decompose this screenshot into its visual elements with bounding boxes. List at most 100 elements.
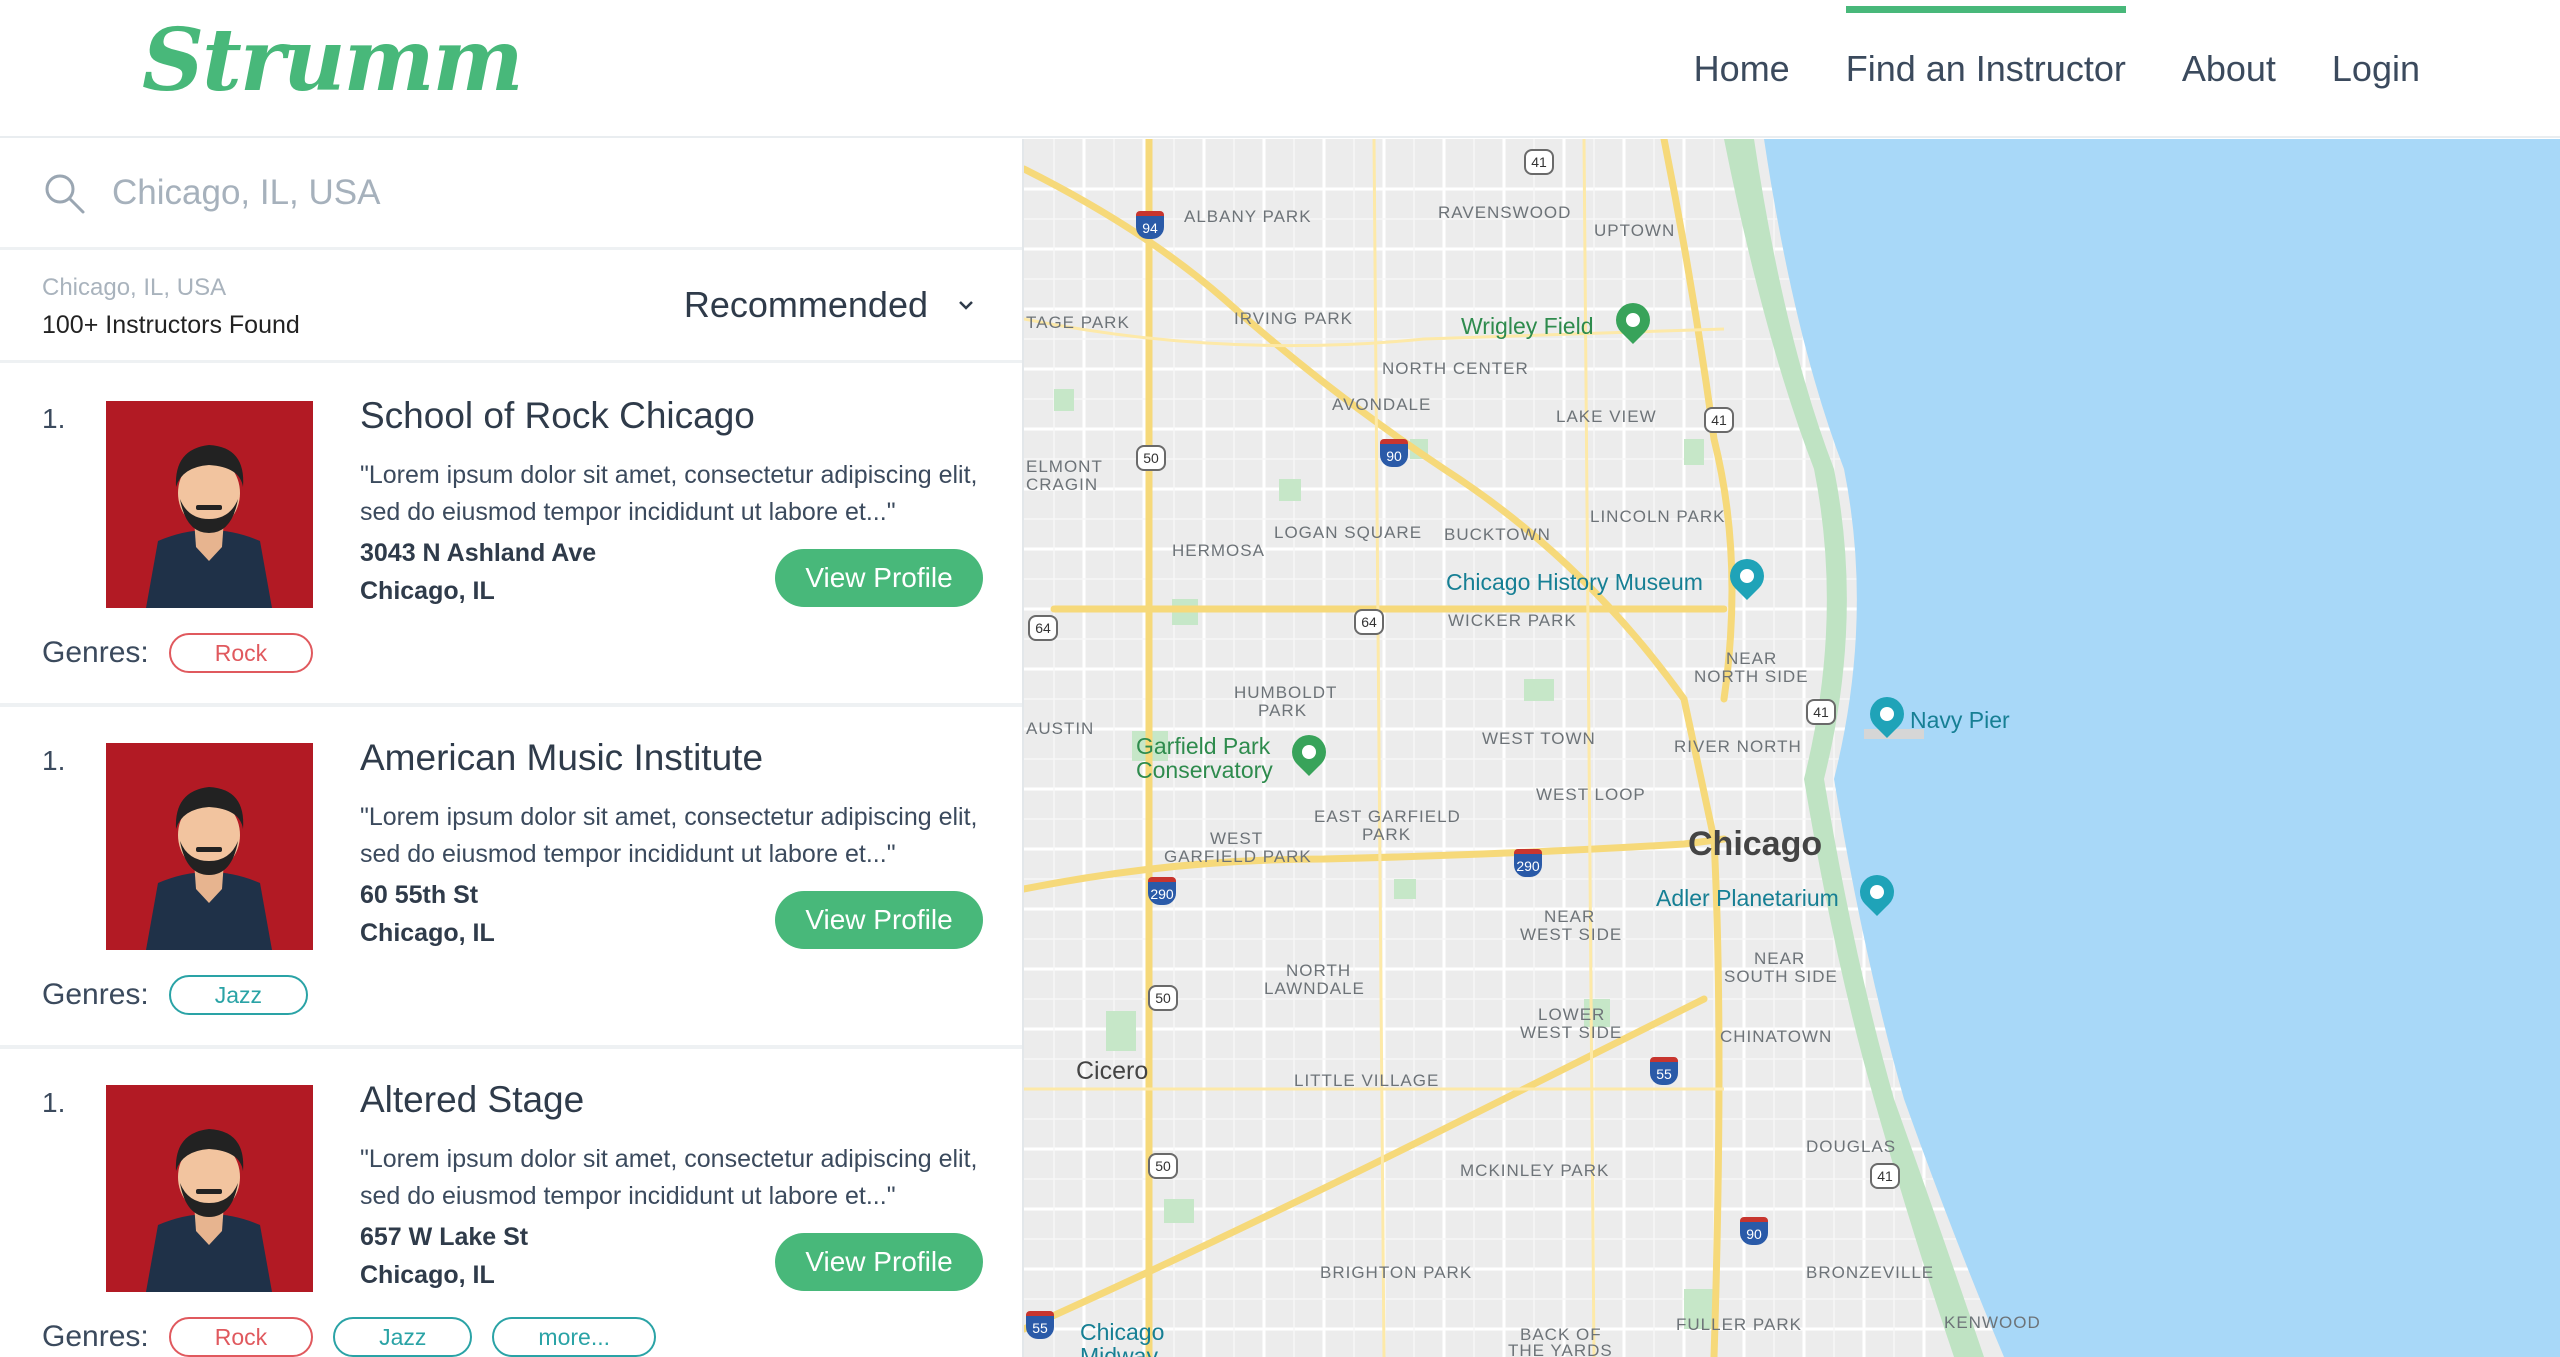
genres-row: Genres: Rock Jazz more... — [42, 1317, 656, 1357]
poi-midway[interactable]: Midway — [1080, 1343, 1158, 1357]
poi-chicago-history-museum[interactable]: Chicago History Museum — [1446, 569, 1703, 596]
instructor-name[interactable]: School of Rock Chicago — [360, 395, 755, 437]
instructor-name[interactable]: Altered Stage — [360, 1079, 584, 1121]
genre-tag-more[interactable]: more... — [492, 1317, 656, 1357]
interstate-shield: 290 — [1148, 877, 1176, 905]
route-shield: 41 — [1806, 699, 1836, 725]
nav-home[interactable]: Home — [1694, 0, 1790, 138]
map-label: NORTH — [1286, 961, 1352, 980]
instructor-card: 1. Altered Stage "Lorem ipsum dolor sit … — [0, 1049, 1022, 1357]
map-label: TAGE PARK — [1026, 313, 1130, 332]
search-icon[interactable] — [42, 171, 86, 215]
strumm-logo[interactable]: Strumm — [142, 10, 524, 111]
route-shield: 64 — [1028, 615, 1058, 641]
map-label: RAVENSWOOD — [1438, 203, 1572, 222]
view-profile-button[interactable]: View Profile — [775, 549, 983, 607]
instructor-city: Chicago, IL — [360, 919, 495, 947]
poi-garfield-park[interactable]: Garfield Park — [1136, 733, 1270, 760]
map-label: BRONZEVILLE — [1806, 1263, 1935, 1282]
genre-tag-rock[interactable]: Rock — [168, 1317, 314, 1357]
map-label: LOGAN SQUARE — [1274, 523, 1423, 542]
nav-find-an-instructor[interactable]: Find an Instructor — [1845, 0, 2126, 138]
genres-label: Genres: — [42, 978, 149, 1011]
instructor-street: 3043 N Ashland Ave — [360, 539, 597, 567]
instructor-avatar[interactable] — [106, 401, 313, 608]
map-label: WEST LOOP — [1536, 785, 1646, 804]
map-label: DOUGLAS — [1806, 1137, 1897, 1156]
genres-row: Genres: Rock — [42, 633, 314, 673]
view-profile-button[interactable]: View Profile — [775, 891, 983, 949]
interstate-shield: 90 — [1380, 439, 1408, 467]
main-nav: Home Find an Instructor About Login — [1694, 0, 2420, 138]
map-label: KENWOOD — [1944, 1313, 2041, 1332]
interstate-shield: 290 — [1514, 849, 1542, 877]
map-label: NEAR — [1726, 649, 1778, 668]
interstate-shield: 55 — [1650, 1057, 1678, 1085]
location-search-input[interactable] — [112, 173, 912, 213]
results-location: Chicago, IL, USA — [42, 274, 227, 301]
route-shield: 50 — [1148, 1153, 1178, 1179]
sort-dropdown[interactable]: Recommended — [684, 284, 976, 326]
instructor-description: "Lorem ipsum dolor sit amet, consectetur… — [360, 1145, 978, 1210]
avatar-illustration — [146, 787, 272, 950]
map-label: WEST SIDE — [1520, 925, 1623, 944]
instructor-list: 1. School of Rock Chicago "Lorem ipsum d… — [0, 365, 1022, 1357]
map-label: WICKER PARK — [1448, 611, 1577, 630]
map-label: ALBANY PARK — [1184, 207, 1312, 226]
map-label: NORTH CENTER — [1382, 359, 1529, 378]
route-shield: 41 — [1870, 1163, 1900, 1189]
map-label: IRVING PARK — [1234, 309, 1354, 328]
route-shield: 41 — [1704, 407, 1734, 433]
view-profile-button[interactable]: View Profile — [775, 1233, 983, 1291]
map-label: NEAR — [1544, 907, 1596, 926]
map-label: LITTLE VILLAGE — [1294, 1071, 1440, 1090]
poi-wrigley-field[interactable]: Wrigley Field — [1461, 313, 1594, 340]
nav-login[interactable]: Login — [2332, 0, 2420, 138]
poi-navy-pier[interactable]: Navy Pier — [1910, 707, 2010, 734]
instructor-card: 1. American Music Institute "Lorem ipsum… — [0, 707, 1022, 1049]
map-label: AUSTIN — [1026, 719, 1095, 738]
map-label: FULLER PARK — [1676, 1315, 1802, 1334]
map-label: LAKE VIEW — [1556, 407, 1657, 426]
route-shield: 64 — [1354, 609, 1384, 635]
sort-label: Recommended — [683, 284, 928, 325]
nav-about[interactable]: About — [2182, 0, 2276, 138]
route-shield: 41 — [1524, 149, 1554, 175]
map-label: CRAGIN — [1026, 475, 1099, 494]
map-label: RIVER NORTH — [1674, 737, 1802, 756]
route-shield: 50 — [1136, 445, 1166, 471]
map-label: WEST TOWN — [1482, 729, 1596, 748]
result-rank: 1. — [42, 745, 66, 776]
map-view[interactable]: ALBANY PARK RAVENSWOOD UPTOWN TAGE PARK … — [1024, 139, 2560, 1357]
instructor-city: Chicago, IL — [360, 1261, 495, 1289]
genre-tag-jazz[interactable]: Jazz — [168, 975, 309, 1015]
instructor-avatar[interactable] — [106, 743, 313, 950]
poi-conservatory[interactable]: Conservatory — [1136, 757, 1273, 784]
chevron-down-icon — [959, 301, 973, 310]
instructor-description: "Lorem ipsum dolor sit amet, consectetur… — [360, 803, 978, 868]
suburb-label-cicero: Cicero — [1076, 1057, 1149, 1085]
city-label-chicago: Chicago — [1688, 825, 1823, 863]
route-shield: 50 — [1148, 985, 1178, 1011]
map-label: WEST — [1210, 829, 1264, 848]
map-label: SOUTH SIDE — [1724, 967, 1838, 986]
map-label: NEAR — [1754, 949, 1806, 968]
instructor-avatar[interactable] — [106, 1085, 313, 1292]
map-label: MCKINLEY PARK — [1460, 1161, 1610, 1180]
map-label: UPTOWN — [1594, 221, 1676, 240]
map-label: LOWER — [1538, 1005, 1606, 1024]
genre-tag-rock[interactable]: Rock — [168, 633, 314, 673]
instructor-city: Chicago, IL — [360, 577, 495, 605]
interstate-shield: 55 — [1026, 1311, 1054, 1339]
map-label: PARK — [1258, 701, 1308, 720]
map-label: THE YARDS — [1508, 1341, 1613, 1357]
interstate-shield: 94 — [1136, 211, 1164, 239]
instructor-name[interactable]: American Music Institute — [360, 737, 763, 779]
poi-chicago-midway[interactable]: Chicago — [1080, 1319, 1164, 1346]
avatar-illustration — [146, 445, 272, 608]
genre-tag-jazz[interactable]: Jazz — [333, 1317, 473, 1357]
genres-label: Genres: — [42, 636, 149, 669]
result-rank: 1. — [42, 1087, 66, 1118]
poi-adler-planetarium[interactable]: Adler Planetarium — [1656, 885, 1839, 912]
map-label: CHINATOWN — [1720, 1027, 1833, 1046]
